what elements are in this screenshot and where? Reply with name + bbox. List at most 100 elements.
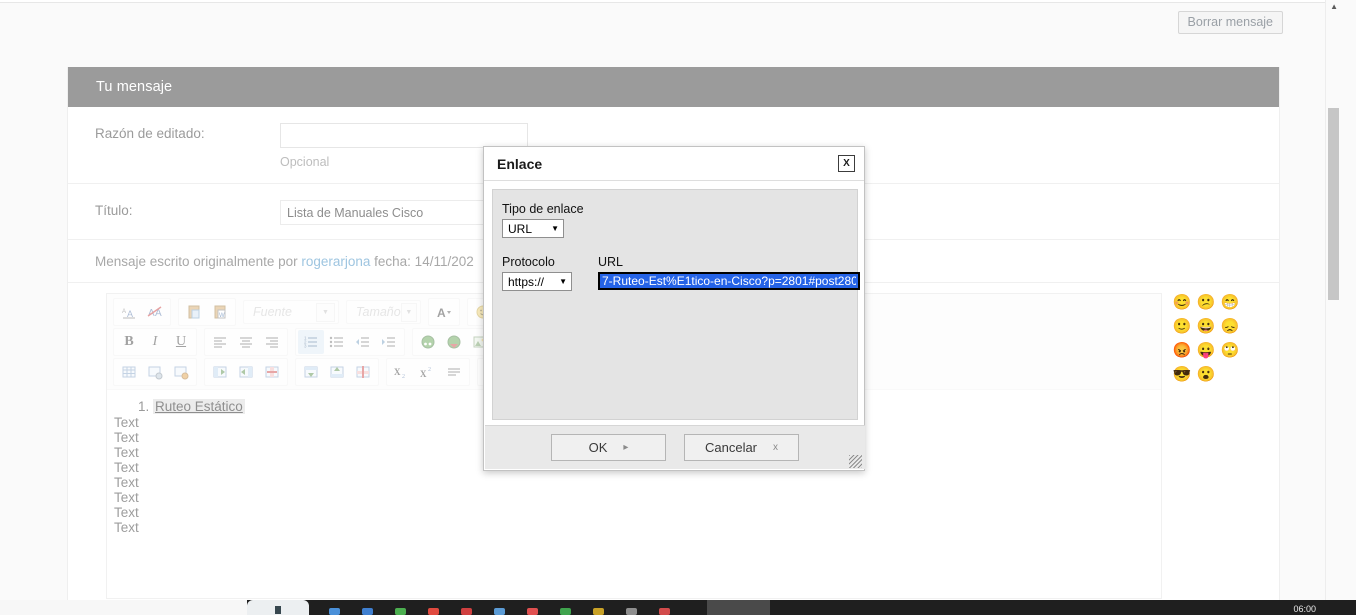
panel-header-title: Tu mensaje [68,67,1279,107]
insert-column-left-icon[interactable] [207,360,233,384]
url-input[interactable] [598,272,860,290]
insert-row-below-icon[interactable] [324,360,350,384]
delete-table-icon[interactable] [168,360,194,384]
chevron-down-icon: ▼ [401,303,417,322]
dialog-resize-grip[interactable] [849,455,862,468]
emoji-grin[interactable]: 😁 [1218,290,1242,314]
page-top-strip [0,0,1341,3]
chevron-down-icon: ▼ [316,303,335,322]
editor-link-text[interactable]: Ruteo Estático [153,399,245,414]
taskbar-icon-docs[interactable] [494,608,505,615]
align-left-icon[interactable] [207,330,233,354]
cancel-button-hint-icon: x [773,442,778,453]
taskbar-icon-notes[interactable] [593,608,604,615]
taskbar-icon-editor[interactable] [428,608,439,615]
emoji-big-grin[interactable]: 😀 [1194,314,1218,338]
emoji-surprised[interactable]: 😮 [1194,362,1218,386]
dialog-titlebar[interactable]: Enlace X [484,147,864,181]
indent-icon[interactable] [376,330,402,354]
paste-from-word-icon[interactable]: W [207,300,233,324]
insert-row-above-icon[interactable] [298,360,324,384]
link-dialog: Enlace X Tipo de enlace URL ▼ Protocolo … [483,146,865,471]
numbered-list-icon[interactable]: 123 [298,330,324,354]
emoji-rolling-eyes[interactable]: 🙄 [1218,338,1242,362]
origin-author-link[interactable]: rogerarjona [301,254,370,269]
emoji-slight-smile[interactable]: 🙂 [1170,314,1194,338]
align-center-icon[interactable] [233,330,259,354]
scroll-up-arrow-icon[interactable]: ▲ [1330,2,1338,11]
emoji-tongue-out[interactable]: 😛 [1194,338,1218,362]
emoji-smile[interactable]: 😊 [1170,290,1194,314]
emoji-confused-question[interactable]: 😕 [1194,290,1218,314]
taskbar-icons [329,600,670,615]
taskbar-right-fill [1326,600,1356,615]
link-type-label: Tipo de enlace [502,202,857,216]
taskbar-icon-mail[interactable] [461,608,472,615]
subscript-icon[interactable]: X2 [389,360,415,384]
remove-format-icon[interactable]: AA [142,300,168,324]
italic-icon[interactable]: I [142,330,168,354]
table-properties-icon[interactable] [142,360,168,384]
scrollbar-thumb[interactable] [1328,108,1339,300]
unlink-icon[interactable] [441,330,467,354]
toolbar-group-bold-italic: B I U [113,328,197,356]
taskbar-start-button[interactable] [247,600,309,615]
bold-icon[interactable]: B [116,330,142,354]
toolbar-group-format: AA AA [113,298,171,326]
insert-column-right-icon[interactable] [233,360,259,384]
emoji-sad[interactable]: 😞 [1218,314,1242,338]
font-style-icon[interactable]: A [431,300,457,324]
align-right-icon[interactable] [259,330,285,354]
emoji-palette: 😊 😕 😁 🙂 😀 😞 😡 😛 🙄 😎 😮 [1170,290,1256,386]
reason-input[interactable] [280,123,528,148]
taskbar-icon-settings[interactable] [626,608,637,615]
os-taskbar: 06:00 [0,600,1356,615]
editor-line: Text [107,520,1161,535]
toolbar-group-script: X2 X2 [386,358,470,386]
svg-text:X: X [394,367,401,377]
dialog-footer: OK ▸ Cancelar x [485,425,865,469]
delete-column-icon[interactable] [259,360,285,384]
title-label: Título: [68,200,280,218]
link-type-select[interactable]: URL ▼ [502,219,564,238]
superscript-icon[interactable]: X2 [415,360,441,384]
editor-line: Text [107,505,1161,520]
font-size-select[interactable]: Tamaño ▼ [346,300,421,324]
font-family-placeholder: Fuente [253,305,292,319]
outdent-icon[interactable] [350,330,376,354]
text-color-icon[interactable]: AA [116,300,142,324]
taskbar-icon-files[interactable] [329,608,340,615]
delete-row-icon[interactable] [350,360,376,384]
emoji-sunglasses[interactable]: 😎 [1170,362,1194,386]
page-scrollbar[interactable]: ▲ [1325,0,1341,600]
bullet-list-icon[interactable] [324,330,350,354]
insert-table-icon[interactable] [116,360,142,384]
url-label: URL [598,255,860,269]
emoji-angry-red[interactable]: 😡 [1170,338,1194,362]
origin-prefix: Mensaje escrito originalmente por [95,254,301,269]
close-icon[interactable]: X [838,155,855,172]
insert-link-icon[interactable] [415,330,441,354]
delete-message-button[interactable]: Borrar mensaje [1178,11,1283,34]
horizontal-rule-icon[interactable] [441,360,467,384]
font-family-select[interactable]: Fuente ▼ [243,300,339,324]
cancel-button[interactable]: Cancelar x [684,434,799,461]
protocol-select[interactable]: https:// ▼ [502,272,572,291]
paste-icon[interactable] [181,300,207,324]
taskbar-active-window[interactable] [707,600,770,615]
taskbar-icon-browser[interactable] [362,608,373,615]
toolbar-group-style: A [428,298,460,326]
svg-text:W: W [219,313,225,319]
taskbar-icon-chat[interactable] [659,608,670,615]
taskbar-icon-media[interactable] [527,608,538,615]
taskbar-icon-terminal[interactable] [395,608,406,615]
protocol-url-row: Protocolo https:// ▼ URL [502,255,857,291]
chevron-down-icon: ▼ [559,277,567,286]
protocol-group: Protocolo https:// ▼ [502,255,566,291]
ok-button[interactable]: OK ▸ [551,434,666,461]
svg-text:A: A [122,309,126,315]
link-type-value: URL [508,222,532,236]
taskbar-icon-sheets[interactable] [560,608,571,615]
underline-icon[interactable]: U [168,330,194,354]
editor-line: Text [107,475,1161,490]
